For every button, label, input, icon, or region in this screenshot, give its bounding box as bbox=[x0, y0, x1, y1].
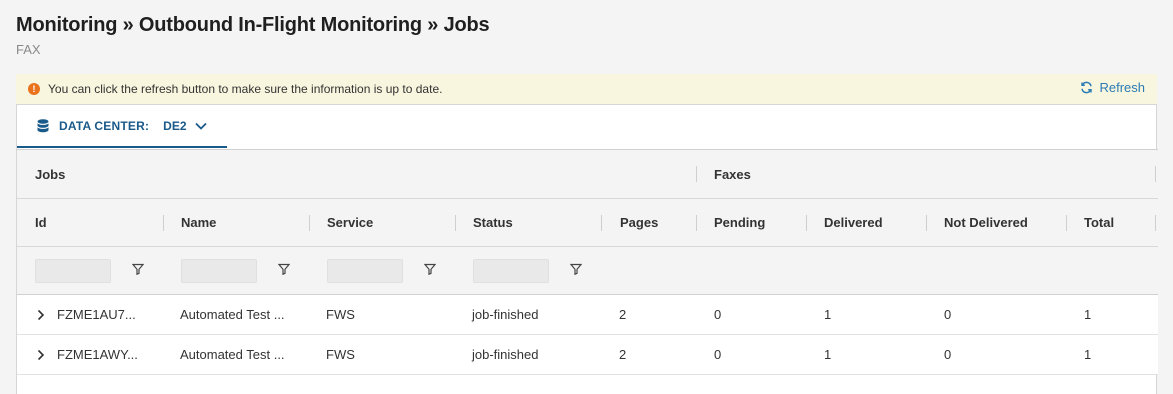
filter-row bbox=[17, 247, 1158, 295]
filter-icon[interactable] bbox=[278, 263, 290, 275]
filter-icon[interactable] bbox=[424, 263, 436, 275]
column-separator bbox=[696, 215, 697, 231]
column-separator bbox=[696, 166, 697, 182]
cell-not-delivered: 0 bbox=[944, 347, 952, 362]
filter-icon[interactable] bbox=[570, 263, 582, 275]
column-separator bbox=[1155, 166, 1156, 182]
cell-total: 1 bbox=[1084, 307, 1092, 322]
column-separator bbox=[1066, 215, 1067, 231]
cell-delivered: 1 bbox=[824, 307, 832, 322]
cell-id: FZME1AU7... bbox=[57, 307, 136, 322]
cell-pages: 2 bbox=[619, 307, 627, 322]
group-header-jobs: Jobs bbox=[35, 166, 66, 182]
datacenter-selector[interactable]: DATA CENTER: DE2 bbox=[17, 105, 227, 148]
group-header-row: Jobs Faxes bbox=[17, 150, 1158, 199]
column-separator bbox=[926, 215, 927, 231]
cell-pending: 0 bbox=[714, 307, 722, 322]
cell-name: Automated Test ... bbox=[180, 347, 285, 362]
column-header-total[interactable]: Total bbox=[1084, 199, 1114, 246]
cell-total: 1 bbox=[1084, 347, 1092, 362]
database-icon bbox=[37, 118, 49, 132]
column-header-status[interactable]: Status bbox=[473, 199, 513, 246]
name-filter-input[interactable] bbox=[181, 258, 257, 283]
banner-message: You can click the refresh button to make… bbox=[48, 82, 443, 96]
column-separator bbox=[601, 215, 602, 231]
column-header-not-delivered[interactable]: Not Delivered bbox=[944, 199, 1028, 246]
id-filter-input[interactable] bbox=[35, 258, 111, 283]
column-header-name[interactable]: Name bbox=[181, 199, 216, 246]
column-header-id[interactable]: Id bbox=[35, 199, 47, 246]
expand-row-icon[interactable] bbox=[37, 349, 45, 361]
column-separator bbox=[163, 215, 164, 231]
column-header-service[interactable]: Service bbox=[327, 199, 373, 246]
jobs-table: Jobs Faxes Id Name Service Status Pages … bbox=[17, 149, 1158, 375]
refresh-button[interactable]: Refresh bbox=[1080, 80, 1145, 95]
cell-pending: 0 bbox=[714, 347, 722, 362]
page-subtitle: FAX bbox=[16, 42, 41, 57]
cell-service: FWS bbox=[326, 307, 355, 322]
refresh-label: Refresh bbox=[1099, 80, 1145, 95]
column-separator bbox=[1155, 215, 1156, 231]
filter-icon[interactable] bbox=[132, 263, 144, 275]
table-row[interactable]: FZME1AU7... Automated Test ... FWS job-f… bbox=[17, 295, 1158, 335]
cell-id: FZME1AWY... bbox=[57, 347, 138, 362]
chevron-down-icon bbox=[194, 122, 207, 130]
table-row[interactable]: FZME1AWY... Automated Test ... FWS job-f… bbox=[17, 335, 1158, 375]
column-header-pending[interactable]: Pending bbox=[714, 199, 765, 246]
group-header-faxes: Faxes bbox=[714, 166, 751, 182]
column-header-delivered[interactable]: Delivered bbox=[824, 199, 883, 246]
page: Monitoring » Outbound In-Flight Monitori… bbox=[0, 0, 1173, 394]
refresh-icon bbox=[1081, 81, 1093, 94]
cell-pages: 2 bbox=[619, 347, 627, 362]
expand-row-icon[interactable] bbox=[37, 309, 45, 321]
column-separator bbox=[806, 215, 807, 231]
cell-delivered: 1 bbox=[824, 347, 832, 362]
cell-name: Automated Test ... bbox=[180, 307, 285, 322]
status-filter-input[interactable] bbox=[473, 258, 549, 283]
column-header-pages[interactable]: Pages bbox=[620, 199, 658, 246]
info-banner: ! You can click the refresh button to ma… bbox=[16, 74, 1157, 104]
cell-service: FWS bbox=[326, 347, 355, 362]
column-separator bbox=[455, 215, 456, 231]
cell-not-delivered: 0 bbox=[944, 307, 952, 322]
datacenter-value: DE2 bbox=[163, 118, 187, 133]
cell-status: job-finished bbox=[472, 347, 539, 362]
datacenter-label: DATA CENTER: bbox=[59, 118, 150, 133]
column-header-row: Id Name Service Status Pages Pending Del… bbox=[17, 199, 1158, 247]
jobs-panel: DATA CENTER: DE2 Jobs Faxes Id Name Serv… bbox=[16, 104, 1158, 394]
warning-icon: ! bbox=[28, 83, 40, 95]
service-filter-input[interactable] bbox=[327, 258, 403, 283]
column-separator bbox=[309, 215, 310, 231]
cell-status: job-finished bbox=[472, 307, 539, 322]
page-title: Monitoring » Outbound In-Flight Monitori… bbox=[16, 14, 490, 36]
